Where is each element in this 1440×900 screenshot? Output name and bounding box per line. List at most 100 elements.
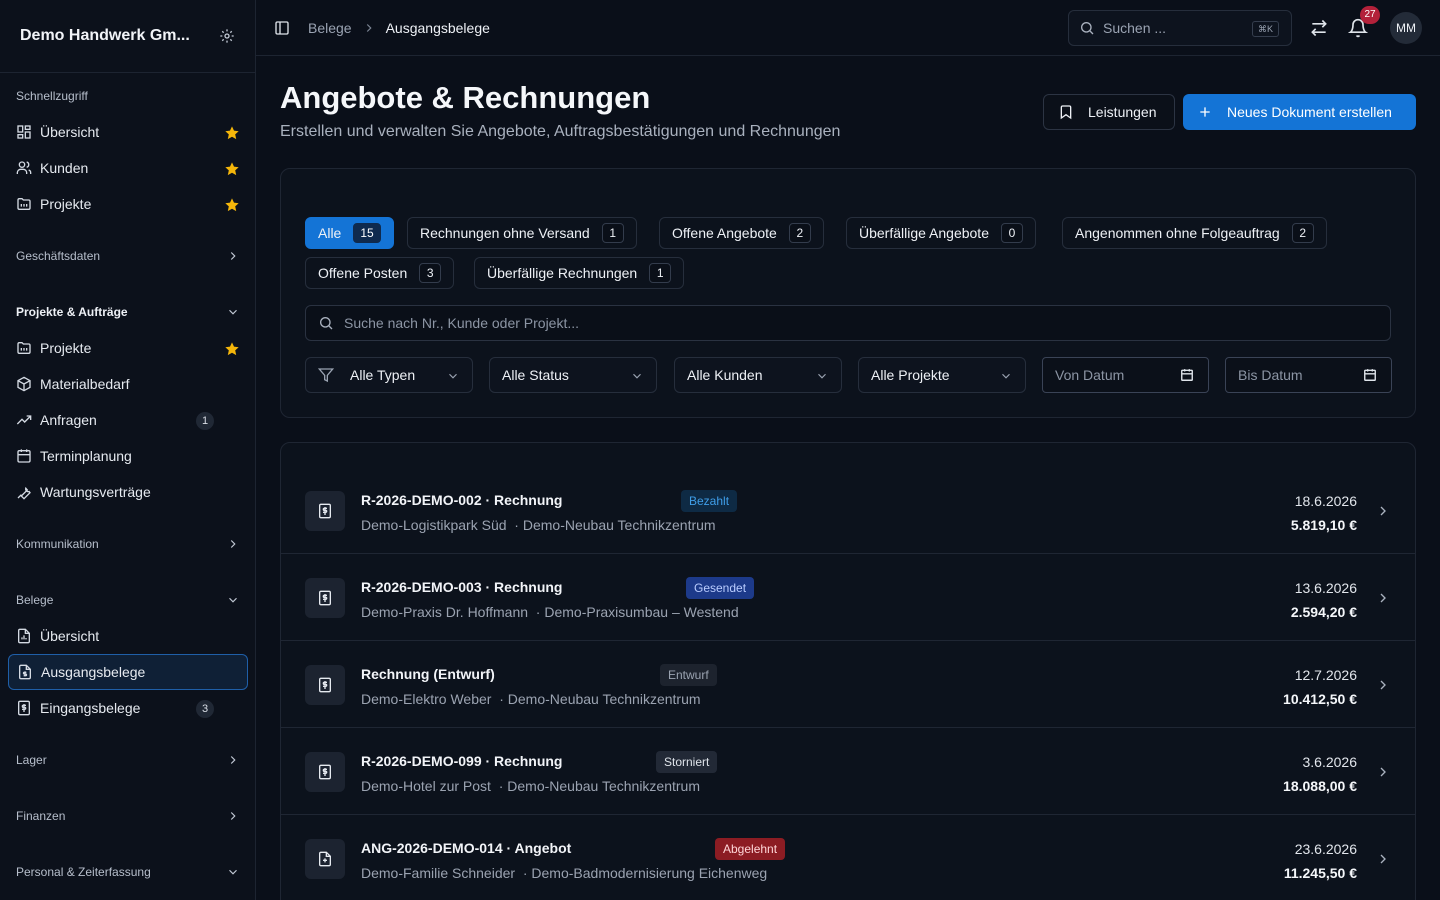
document-amount: 10.412,50 €	[1283, 691, 1357, 707]
document-date: 13.6.2026	[1294, 580, 1357, 596]
filter-chip-open-quotes[interactable]: Offene Angebote 2	[659, 217, 824, 249]
search-icon	[1081, 22, 1094, 35]
sidebar-item-incoming[interactable]: Eingangsbelege 3	[8, 690, 248, 726]
global-search-placeholder: Suchen ...	[1103, 20, 1167, 36]
sidebar-item-maintenance[interactable]: Wartungsverträge	[8, 474, 248, 510]
document-row[interactable]: Rechnung (Entwurf) Entwurf Demo-Elektro …	[281, 641, 1415, 728]
document-row[interactable]: R-2026-DEMO-003 · Rechnung Gesendet Demo…	[281, 554, 1415, 641]
filter-chip-accepted-no-followup[interactable]: Angenommen ohne Folgeauftrag 2	[1062, 217, 1327, 249]
document-subtitle: Demo-Logistikpark Süd · Demo-Neubau Tech…	[361, 517, 716, 533]
new-document-button[interactable]: Neues Dokument erstellen	[1183, 94, 1416, 130]
document-title: ANG-2026-DEMO-014 · Angebot	[361, 840, 572, 856]
invoice-icon	[305, 665, 345, 705]
calendar-icon	[17, 449, 31, 463]
project-select[interactable]: Alle Projekte	[858, 357, 1026, 393]
section-stock[interactable]: Lager	[0, 742, 255, 778]
star-icon[interactable]	[224, 197, 240, 213]
chevron-down-icon	[449, 373, 457, 379]
status-badge: Abgelehnt	[715, 838, 786, 860]
star-icon[interactable]	[224, 125, 240, 141]
chevron-down-icon	[818, 373, 826, 379]
document-title: R-2026-DEMO-099 · Rechnung	[361, 753, 563, 769]
chevron-down-icon	[1002, 373, 1010, 379]
filter-chip-open-items[interactable]: Offene Posten 3	[305, 257, 455, 289]
chevron-down-icon	[229, 869, 237, 875]
calendar-icon[interactable]	[1363, 368, 1377, 382]
settings-gear-icon[interactable]	[219, 28, 235, 44]
document-row[interactable]: R-2026-DEMO-002 · Rechnung Bezahlt Demo-…	[281, 467, 1415, 554]
breadcrumb-outgoing: Ausgangsbelege	[385, 19, 490, 36]
package-icon	[17, 376, 31, 392]
document-amount: 18.088,00 €	[1283, 778, 1357, 794]
folder-icon	[17, 342, 31, 354]
from-date-input[interactable]: Von Datum	[1042, 357, 1209, 393]
status-badge: Entwurf	[660, 664, 717, 686]
switch-arrows-icon[interactable]	[1309, 18, 1329, 38]
to-date-input[interactable]: Bis Datum	[1225, 357, 1392, 393]
dashboard-icon	[17, 125, 31, 139]
filter-chip-overdue-invoices[interactable]: Überfällige Rechnungen 1	[474, 257, 685, 289]
sidebar-item-scheduling[interactable]: Terminplanung	[8, 438, 248, 474]
status-badge: Bezahlt	[681, 490, 738, 512]
status-badge: Gesendet	[686, 577, 755, 599]
invoice-icon	[305, 752, 345, 792]
bookmark-icon	[1060, 105, 1072, 120]
chevron-right-icon	[1380, 593, 1386, 603]
calendar-icon[interactable]	[1180, 368, 1194, 382]
filter-chip-overdue-quotes[interactable]: Überfällige Angebote 0	[846, 217, 1036, 249]
page-title: Angebote & Rechnungen	[280, 80, 651, 115]
sidebar-toggle-icon[interactable]	[274, 20, 290, 36]
section-staff[interactable]: Personal & Zeiterfassung	[0, 854, 255, 890]
star-icon[interactable]	[224, 161, 240, 177]
filter-chip-all[interactable]: Alle 15	[305, 217, 394, 249]
breadcrumb: Belege Ausgangsbelege	[274, 20, 490, 36]
section-quick: Schnellzugriff	[16, 89, 88, 103]
document-date: 12.7.2026	[1294, 667, 1357, 683]
document-subtitle: Demo-Familie Schneider · Demo-Badmoderni…	[361, 865, 768, 881]
chevron-right-icon	[1380, 680, 1386, 690]
filter-card: Alle 15 Rechnungen ohne Versand 1 Offene A…	[280, 168, 1416, 418]
chevron-down-icon	[229, 309, 237, 315]
status-select[interactable]: Alle Status	[489, 357, 657, 393]
section-documents[interactable]: Belege	[0, 582, 255, 618]
customer-select[interactable]: Alle Kunden	[674, 357, 842, 393]
document-search-input[interactable]: Suche nach Nr., Kunde oder Projekt...	[305, 305, 1391, 341]
chevron-right-icon	[230, 252, 236, 260]
sidebar-item-customers[interactable]: Kunden	[8, 150, 248, 186]
folder-icon	[17, 198, 31, 210]
chevron-right-icon	[1380, 854, 1386, 864]
document-title: R-2026-DEMO-003 · Rechnung	[361, 579, 563, 595]
chevron-right-icon	[1380, 767, 1386, 777]
notification-count: 27	[1360, 6, 1380, 24]
sidebar-item-projects-quick[interactable]: Projekte	[8, 186, 248, 222]
sidebar-item-documents-overview[interactable]: Übersicht	[8, 618, 248, 654]
sidebar-item-outgoing[interactable]: Ausgangsbelege	[8, 654, 248, 690]
sidebar-item-material[interactable]: Materialbedarf	[8, 366, 248, 402]
wrench-icon	[17, 486, 31, 500]
document-row[interactable]: R-2026-DEMO-099 · Rechnung Storniert Dem…	[281, 728, 1415, 815]
document-amount: 5.819,10 €	[1290, 517, 1357, 533]
section-business[interactable]: Geschäftsdaten	[0, 238, 255, 274]
filter-icon	[318, 368, 334, 383]
document-amount: 2.594,20 €	[1290, 604, 1357, 620]
chevron-right-icon	[230, 756, 236, 764]
filter-chip-unsent-invoices[interactable]: Rechnungen ohne Versand 1	[407, 217, 637, 249]
org-name[interactable]: Demo Handwerk Gm...	[20, 27, 190, 45]
type-select[interactable]: Alle Typen	[305, 357, 473, 393]
document-row[interactable]: ANG-2026-DEMO-014 · Angebot Abgelehnt De…	[281, 815, 1415, 900]
section-communication[interactable]: Kommunikation	[0, 526, 255, 562]
global-search[interactable]: Suchen ... ⌘K	[1068, 10, 1292, 46]
sidebar-item-projects[interactable]: Projekte	[8, 330, 248, 366]
star-icon[interactable]	[224, 341, 240, 357]
sidebar-item-overview[interactable]: Übersicht	[8, 114, 248, 150]
document-title: R-2026-DEMO-002 · Rechnung	[361, 492, 563, 508]
section-projects[interactable]: Projekte & Aufträge	[0, 294, 255, 330]
breadcrumb-documents[interactable]: Belege	[308, 20, 352, 36]
sidebar-item-requests[interactable]: Anfragen 1	[8, 402, 248, 438]
services-button[interactable]: Leistungen	[1043, 94, 1175, 130]
document-subtitle: Demo-Hotel zur Post · Demo-Neubau Techni…	[361, 778, 700, 794]
avatar[interactable]: MM	[1390, 12, 1422, 44]
document-date: 3.6.2026	[1302, 754, 1358, 770]
document-subtitle: Demo-Praxis Dr. Hoffmann · Demo-Praxisum…	[361, 604, 739, 620]
section-finance[interactable]: Finanzen	[0, 798, 255, 834]
